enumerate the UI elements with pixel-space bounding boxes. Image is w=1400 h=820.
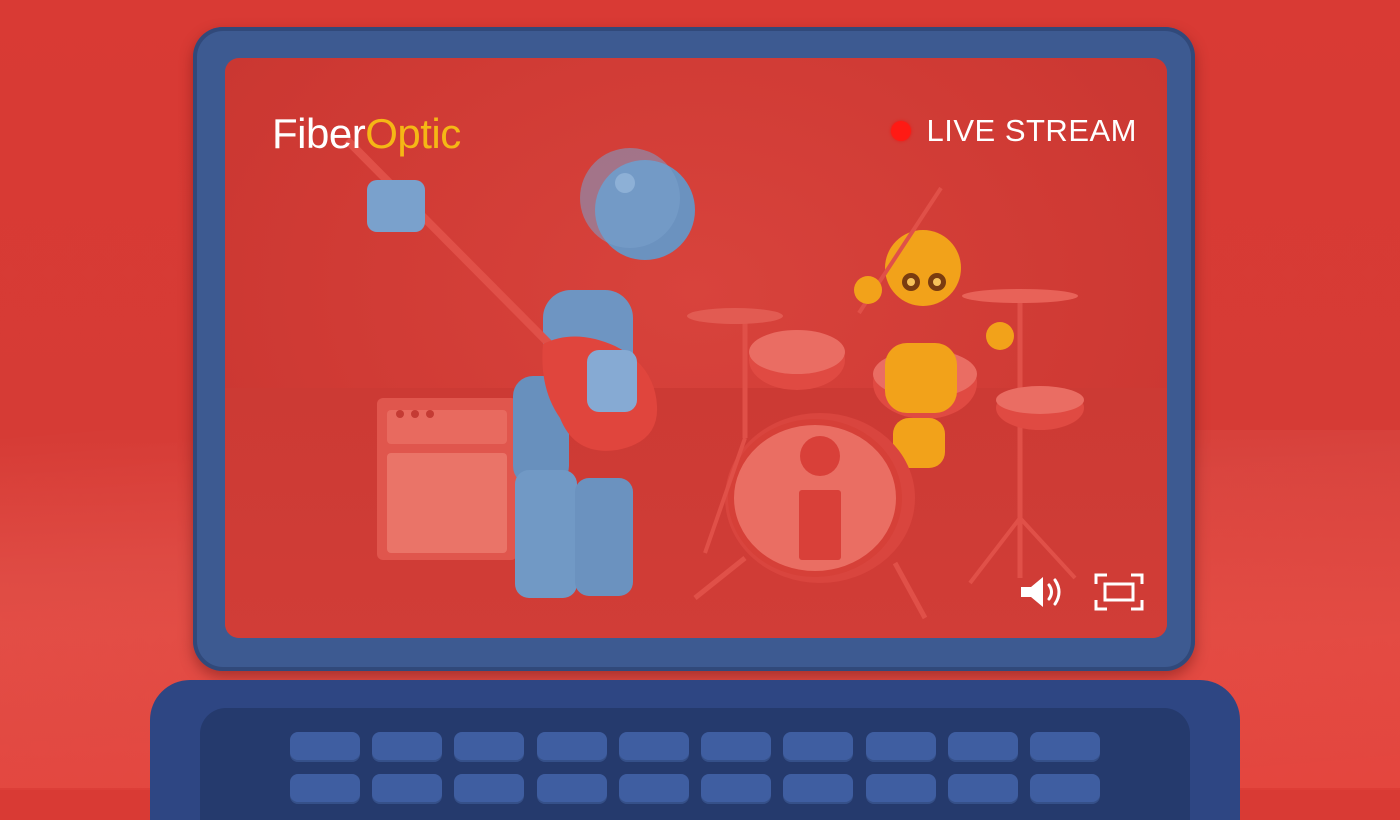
video-player[interactable]: FiberOptic LIVE STREAM <box>225 58 1167 638</box>
amplifier <box>377 398 517 560</box>
keyboard-key[interactable] <box>701 732 772 762</box>
fullscreen-icon[interactable] <box>1093 572 1145 612</box>
keyboard-key[interactable] <box>865 732 936 762</box>
keyboard-key[interactable] <box>454 732 525 762</box>
keyboard-key[interactable] <box>783 774 854 804</box>
keyboard-key[interactable] <box>701 774 772 804</box>
keyboard-key[interactable] <box>783 732 854 762</box>
keyboard-key[interactable] <box>372 774 443 804</box>
drummer-robot <box>854 186 1014 468</box>
keyboard-key[interactable] <box>290 774 360 804</box>
keyboard-key[interactable] <box>618 774 689 804</box>
keyboard-key[interactable] <box>947 774 1018 804</box>
logo-part-fiber: Fiber <box>272 110 366 157</box>
keyboard-key[interactable] <box>865 774 936 804</box>
keyboard-key[interactable] <box>536 774 607 804</box>
live-stream-label: LIVE STREAM <box>926 113 1137 148</box>
live-indicator: LIVE STREAM <box>890 113 1138 149</box>
fiberoptic-logo[interactable]: FiberOptic <box>272 110 461 158</box>
logo-part-optic: Optic <box>365 110 461 157</box>
keyboard-key[interactable] <box>536 732 607 762</box>
keyboard-key[interactable] <box>454 774 525 804</box>
keyboard-key[interactable] <box>290 732 360 762</box>
laptop-lid: FiberOptic LIVE STREAM <box>193 27 1195 671</box>
speaker-volume-icon[interactable] <box>1017 572 1069 612</box>
drum-kit <box>687 186 1084 620</box>
keyboard-key[interactable] <box>1029 774 1100 804</box>
keyboard-key[interactable] <box>372 732 443 762</box>
player-controls <box>1017 572 1145 612</box>
keyboard-key[interactable] <box>1029 732 1100 762</box>
keyboard-key[interactable] <box>618 732 689 762</box>
key-row-1 <box>290 732 1100 762</box>
keyboard-area <box>200 708 1190 820</box>
keyboard-key[interactable] <box>947 732 1018 762</box>
laptop-keyboard-base <box>150 680 1240 820</box>
key-row-2 <box>290 774 1100 804</box>
live-dot-icon <box>890 121 911 141</box>
